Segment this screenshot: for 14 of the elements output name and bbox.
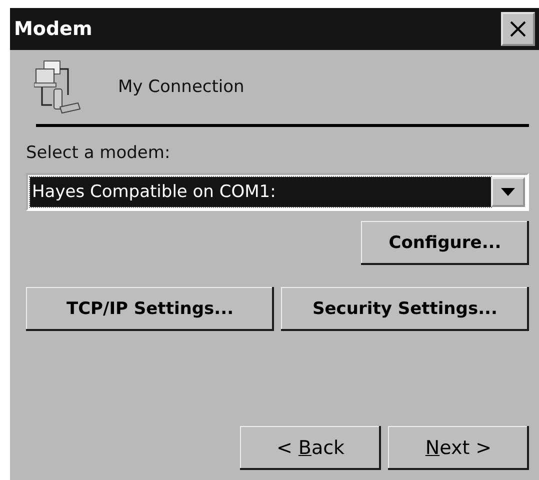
modem-label: Select a modem: bbox=[26, 143, 172, 163]
next-button[interactable]: Next > bbox=[388, 426, 529, 470]
window-title: Modem bbox=[14, 18, 92, 40]
caret-icon bbox=[501, 188, 515, 196]
back-button[interactable]: < Back bbox=[240, 426, 381, 470]
modem-dropdown[interactable]: Hayes Compatible on COM1: bbox=[26, 173, 529, 211]
close-icon bbox=[509, 20, 527, 38]
connection-name: My Connection bbox=[118, 77, 244, 97]
dropdown-arrow-button[interactable] bbox=[491, 177, 525, 207]
settings-button[interactable]: Security Settings... bbox=[281, 287, 529, 331]
configure-button[interactable]: Configure... bbox=[361, 221, 529, 265]
modem-dropdown-value: Hayes Compatible on COM1: bbox=[30, 177, 491, 207]
close-button[interactable] bbox=[501, 12, 535, 46]
settings-button[interactable]: TCP/IP Settings... bbox=[26, 287, 274, 331]
